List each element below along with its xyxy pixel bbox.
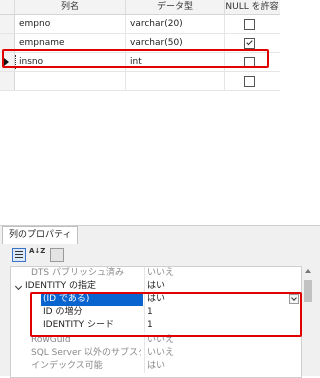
property-row[interactable]: インデックス可能 はい bbox=[11, 360, 301, 373]
scrollbar-thumb[interactable] bbox=[304, 280, 312, 302]
column-name-cell[interactable] bbox=[15, 72, 126, 90]
property-name: インデックス可能 bbox=[31, 361, 103, 371]
property-pages-icon[interactable] bbox=[50, 248, 64, 262]
data-type-cell[interactable]: varchar(20) bbox=[126, 15, 225, 33]
table-row-new[interactable] bbox=[0, 72, 280, 91]
property-value[interactable]: いいえ bbox=[144, 347, 299, 360]
table-row[interactable]: empno varchar(20) bbox=[0, 15, 280, 34]
row-selector-header bbox=[0, 0, 15, 14]
categorized-view-icon[interactable] bbox=[12, 248, 26, 262]
header-column-name[interactable]: 列名 bbox=[15, 0, 126, 14]
tab-column-properties[interactable]: 列のプロパティ bbox=[2, 226, 79, 244]
property-scrollbar[interactable] bbox=[302, 266, 314, 376]
allow-null-checkbox[interactable] bbox=[244, 19, 255, 30]
highlight-box-insno-row bbox=[2, 49, 269, 68]
header-data-type[interactable]: データ型 bbox=[126, 0, 225, 14]
data-type-cell[interactable] bbox=[126, 72, 225, 90]
column-name-cell[interactable]: empno bbox=[15, 15, 126, 33]
property-name: SQL Server 以外のサブスクライバー bbox=[31, 348, 141, 358]
collapse-chevron-icon[interactable] bbox=[14, 282, 23, 291]
scroll-up-icon[interactable] bbox=[305, 269, 311, 273]
property-value[interactable]: はい bbox=[144, 360, 299, 373]
properties-toolbar: A↓Z bbox=[0, 244, 320, 266]
row-selector[interactable] bbox=[0, 15, 15, 33]
allow-null-checkbox[interactable] bbox=[244, 76, 255, 87]
property-row[interactable]: DTS パブリッシュ済み いいえ bbox=[11, 267, 301, 280]
row-selector[interactable] bbox=[0, 72, 15, 90]
grid-header: 列名 データ型 NULL を許容 bbox=[0, 0, 280, 15]
alphabetical-sort-icon[interactable]: A↓Z bbox=[29, 248, 45, 262]
highlight-box-identity-settings bbox=[30, 292, 302, 337]
allow-null-checkbox[interactable] bbox=[244, 38, 255, 49]
property-row[interactable]: SQL Server 以外のサブスクライバー いいえ bbox=[11, 347, 301, 360]
property-name: DTS パブリッシュ済み bbox=[31, 268, 125, 278]
header-allow-null[interactable]: NULL を許容 bbox=[225, 0, 279, 14]
property-value[interactable]: いいえ bbox=[144, 267, 299, 280]
